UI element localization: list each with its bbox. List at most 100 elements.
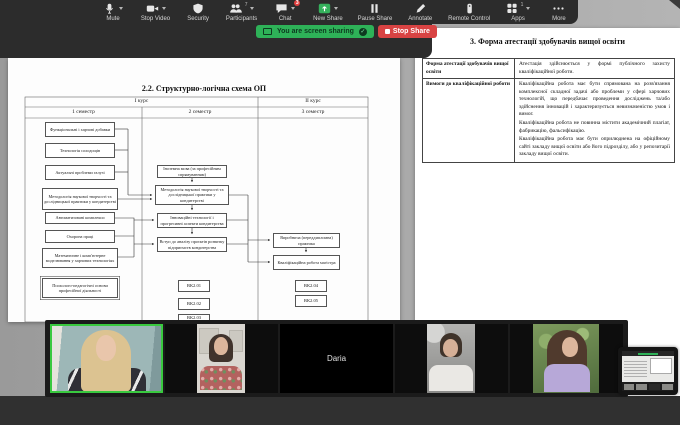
participant-body xyxy=(429,365,473,391)
participant-face xyxy=(443,339,458,357)
video-camera-icon xyxy=(146,3,159,14)
participant-video xyxy=(197,324,245,393)
toolbar-label: Stop Video xyxy=(141,16,170,22)
requirement-paragraph: Кваліфікаційна робота має бути спрямован… xyxy=(519,81,670,119)
chat-button[interactable]: 3 Chat xyxy=(272,3,298,22)
code-box: ВК2.01 xyxy=(178,280,210,292)
desktop-corner-shape xyxy=(669,0,680,9)
participant-body xyxy=(544,364,590,392)
apps-count: 1 xyxy=(521,3,524,8)
course-box: Психолого-педагогічні основи професійної… xyxy=(42,278,118,298)
course-box: Вступ до аналізу проєктів розвитку підпр… xyxy=(157,237,227,252)
apps-icon xyxy=(506,3,518,14)
chevron-down-icon[interactable] xyxy=(250,7,254,10)
video-tile[interactable] xyxy=(165,324,278,393)
toolbar-label: Annotate xyxy=(408,16,432,22)
chevron-down-icon[interactable] xyxy=(119,7,123,10)
participant-video xyxy=(533,324,599,393)
pause-share-button[interactable]: Pause Share xyxy=(358,3,393,22)
desktop-bottom-band xyxy=(0,396,680,425)
participants-button[interactable]: 7 Participants xyxy=(226,3,257,22)
course-box: Кваліфікаційна робота магістра xyxy=(273,255,340,270)
toolbar-label: More xyxy=(552,16,566,22)
course-box: Іноземна мова (за професійним спрямуванн… xyxy=(157,165,227,178)
apps-button[interactable]: 1 Apps xyxy=(505,3,531,22)
mini-screenshot xyxy=(622,351,674,391)
video-tile[interactable] xyxy=(50,324,163,393)
header-sem-2: 2 семестр xyxy=(142,109,258,115)
course-box: Охорона праці xyxy=(45,230,115,243)
row-label: Форма атестації здобувачів вищої освіти xyxy=(423,59,515,78)
security-button[interactable]: Security xyxy=(185,3,211,22)
course-box: Технологія солодощів xyxy=(45,143,115,158)
mini-filmstrip xyxy=(622,382,674,391)
shield-check-icon: ✓ xyxy=(359,28,367,36)
video-tile-camera-off[interactable]: Daria xyxy=(280,324,393,393)
chat-icon xyxy=(275,3,288,14)
toolbar-label: Security xyxy=(187,16,209,22)
toolbar-label: Mute xyxy=(106,16,119,22)
chevron-down-icon[interactable] xyxy=(162,7,166,10)
header-year-1: І курс xyxy=(25,98,258,104)
shield-icon xyxy=(192,3,204,14)
code-box: ВК2.05 xyxy=(295,295,327,307)
course-box: Методологія наукової творчості та дослід… xyxy=(42,188,118,210)
video-tile[interactable] xyxy=(395,324,508,393)
participants-count: 7 xyxy=(245,3,248,8)
pause-icon xyxy=(369,3,380,14)
course-box: Автоматизовані комплекси xyxy=(45,212,115,224)
attestation-title: 3. Форма атестації здобувачів вищої осві… xyxy=(415,37,680,46)
mute-button[interactable]: Mute xyxy=(100,3,126,22)
chevron-down-icon[interactable] xyxy=(291,7,295,10)
header-sem-3: 3 семестр xyxy=(258,109,368,115)
participant-name: Daria xyxy=(280,324,393,393)
requirement-paragraph: Кваліфікаційна робота не повинна містити… xyxy=(519,120,670,135)
pencil-icon xyxy=(415,3,426,14)
code-box: ВК2.02 xyxy=(178,298,210,310)
toolbar-label: Chat xyxy=(279,16,292,22)
annotate-button[interactable]: Annotate xyxy=(407,3,433,22)
course-box: Функціональні і харчові добавки xyxy=(45,122,115,137)
toolbar-label: Participants xyxy=(226,16,257,22)
course-box: Методологія наукової творчості та дослід… xyxy=(155,185,229,205)
share-screen-icon xyxy=(318,3,331,14)
row-text: Атестація здійснюється у формі публічног… xyxy=(515,59,674,78)
toolbar-label: Pause Share xyxy=(358,16,393,22)
participant-video xyxy=(427,324,475,393)
stop-share-button[interactable]: Stop Share xyxy=(378,25,437,38)
stop-icon xyxy=(385,29,390,34)
course-box: Актуальні проблеми галузі xyxy=(45,165,115,180)
mini-document xyxy=(650,358,672,374)
mini-share-banner xyxy=(638,353,659,355)
code-box: ВК2.04 xyxy=(295,280,327,292)
meeting-toolbar: Mute Stop Video Security 7 Participants … xyxy=(100,1,572,23)
chevron-down-icon[interactable] xyxy=(526,7,530,10)
participant-face xyxy=(96,335,116,361)
row-text: Кваліфікаційна робота має бути спрямован… xyxy=(515,79,674,162)
stop-video-button[interactable]: Stop Video xyxy=(141,3,170,22)
remote-control-icon xyxy=(464,3,475,14)
toolbar-label: Apps xyxy=(511,16,525,22)
new-share-button[interactable]: New Share xyxy=(313,3,343,22)
attestation-table: Форма атестації здобувачів вищої освіти … xyxy=(422,58,675,163)
toolbar-label: New Share xyxy=(313,16,343,22)
participant-body xyxy=(200,366,242,390)
stop-share-label: Stop Share xyxy=(393,28,430,35)
header-year-2: ІІ курс xyxy=(258,98,368,104)
screen-sharing-banner-row: You are screen sharing ✓ Stop Share xyxy=(256,25,437,38)
screen-preview-tile[interactable] xyxy=(618,347,678,395)
chevron-down-icon[interactable] xyxy=(334,7,338,10)
shared-document-curriculum-scheme: 2.2. Структурно-логічна схема ОП xyxy=(8,58,400,322)
course-box: Інноваційні технології і прогресивні асп… xyxy=(157,213,227,228)
course-box: Математичне і комп'ютерне моделювання у … xyxy=(42,248,118,268)
sharing-status-text: You are screen sharing xyxy=(277,28,354,35)
mini-text-lines xyxy=(624,359,647,377)
more-button[interactable]: More xyxy=(546,3,572,22)
participant-face xyxy=(214,337,228,355)
row-label: Вимоги до кваліфікаційної роботи xyxy=(423,79,515,162)
participants-icon xyxy=(229,3,242,14)
table-row: Форма атестації здобувачів вищої освіти … xyxy=(423,59,674,78)
remote-control-button[interactable]: Remote Control xyxy=(448,3,490,22)
ellipsis-icon xyxy=(552,3,565,14)
video-tile[interactable] xyxy=(510,324,623,393)
